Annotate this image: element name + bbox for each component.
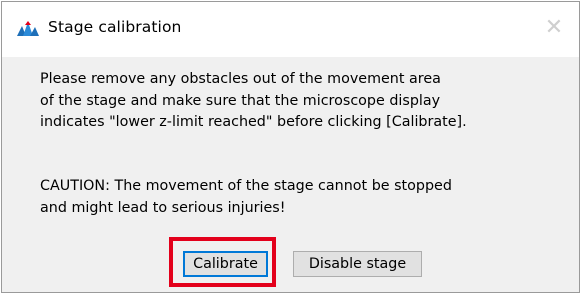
close-icon[interactable]: ✕: [539, 14, 569, 42]
caution-text: CAUTION: The movement of the stage canno…: [40, 176, 452, 219]
disable-stage-button[interactable]: Disable stage: [293, 251, 422, 277]
instruction-text: Please remove any obstacles out of the m…: [40, 69, 467, 134]
calibrate-button[interactable]: Calibrate: [183, 251, 268, 277]
stage-calibration-dialog: Stage calibration ✕ Please remove any ob…: [1, 1, 580, 293]
instruction-line: Please remove any obstacles out of the m…: [40, 71, 441, 87]
window-title: Stage calibration: [48, 18, 182, 36]
microscope-app-icon: [16, 20, 40, 38]
title-bar[interactable]: Stage calibration ✕: [2, 2, 579, 57]
caution-line: and might lead to serious injuries!: [40, 199, 286, 216]
instruction-line: of the stage and make sure that the micr…: [40, 92, 441, 109]
caution-line: CAUTION: The movement of the stage canno…: [40, 178, 452, 194]
instruction-line: indicates "lower z-limit reached" before…: [40, 114, 467, 130]
